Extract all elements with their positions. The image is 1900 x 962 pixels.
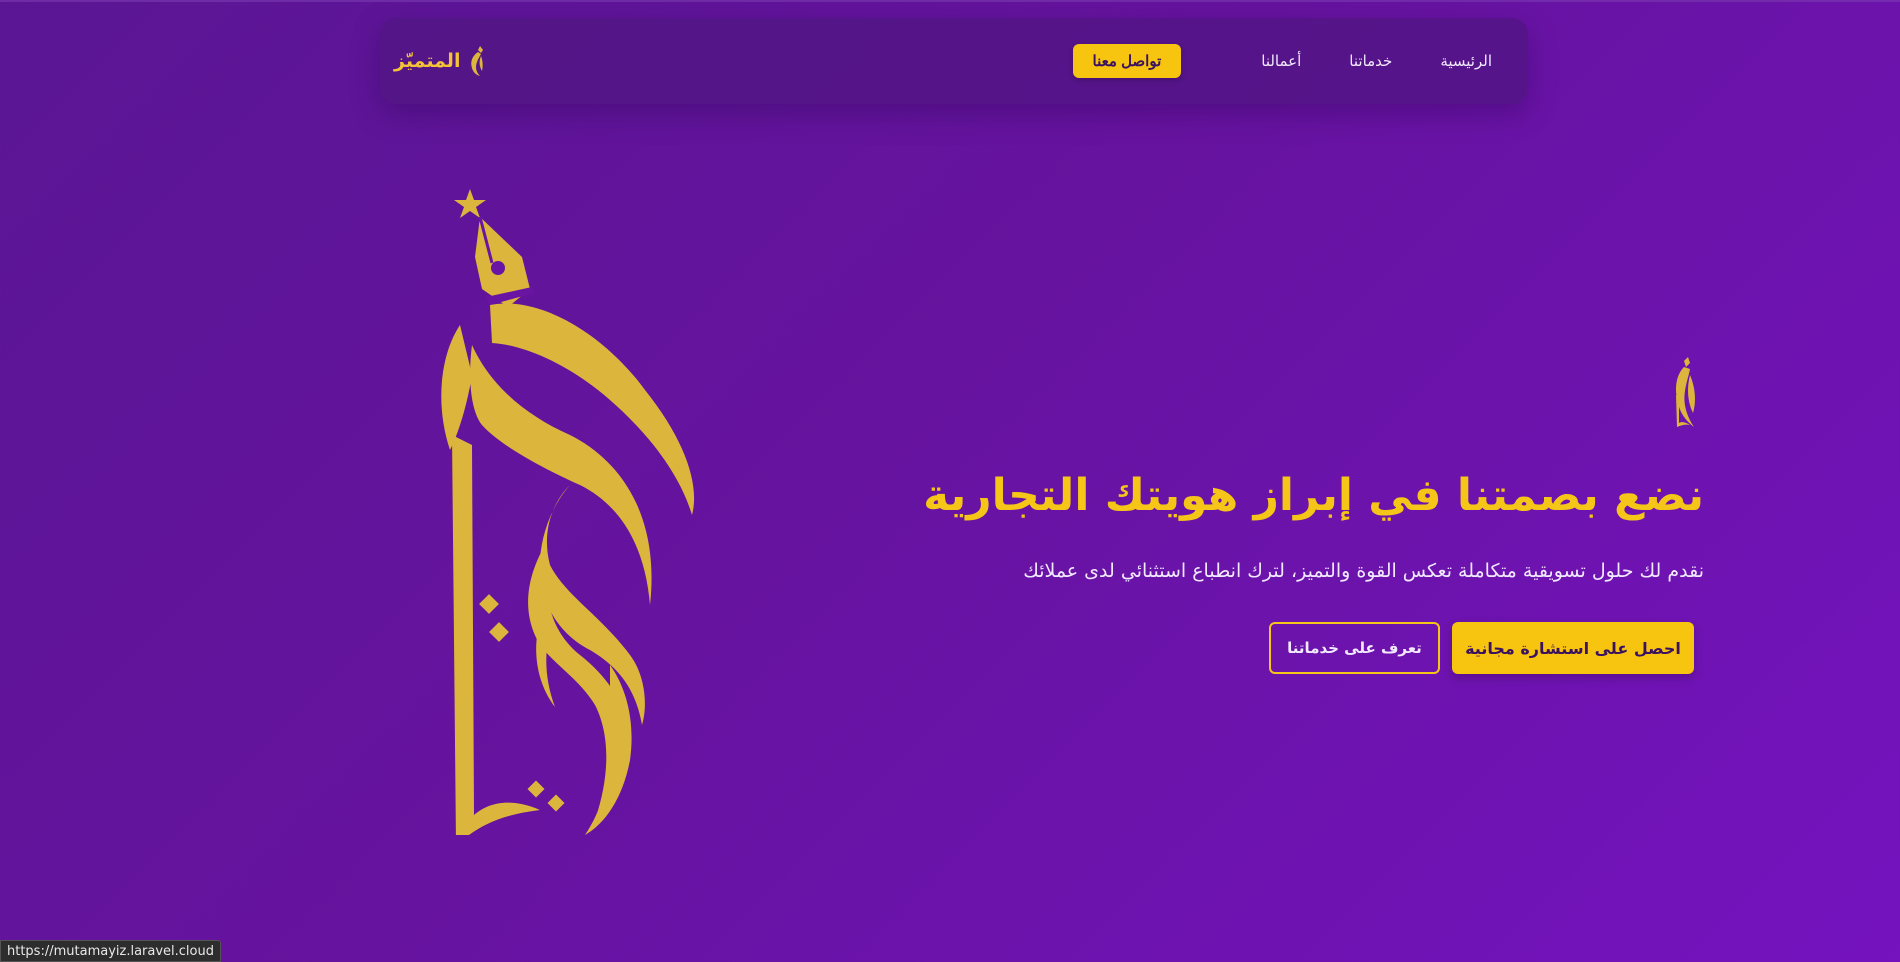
window-top-edge bbox=[0, 0, 1900, 2]
hero-title: نضع بصمتنا في إبراز هويتك التجارية bbox=[923, 470, 1704, 521]
nav-links: الرئيسية خدماتنا أعمالنا تواصل معنا bbox=[1072, 44, 1492, 78]
free-consultation-button[interactable]: احصل على استشارة مجانية bbox=[1452, 622, 1694, 674]
nav-link-works[interactable]: أعمالنا bbox=[1261, 52, 1301, 70]
brand-name: المتميّز bbox=[394, 50, 461, 72]
nav-link-services[interactable]: خدماتنا bbox=[1349, 52, 1392, 70]
calligraphy-pen-logo-icon bbox=[441, 189, 695, 835]
main-navbar: الرئيسية خدماتنا أعمالنا تواصل معنا المت… bbox=[380, 18, 1528, 104]
hero-actions: احصل على استشارة مجانية تعرف على خدماتنا bbox=[1269, 622, 1694, 674]
hero-subtitle: نقدم لك حلول تسويقية متكاملة تعكس القوة … bbox=[1023, 560, 1704, 582]
calligraphy-emblem-icon bbox=[1676, 357, 1695, 427]
calligraphy-pen-icon bbox=[471, 46, 484, 76]
status-bar-url: https://mutamayiz.laravel.cloud bbox=[0, 940, 221, 962]
nav-link-home[interactable]: الرئيسية bbox=[1440, 52, 1492, 70]
discover-services-button[interactable]: تعرف على خدماتنا bbox=[1269, 622, 1440, 674]
brand-logo[interactable]: المتميّز bbox=[394, 44, 486, 78]
contact-us-button[interactable]: تواصل معنا bbox=[1072, 44, 1182, 78]
